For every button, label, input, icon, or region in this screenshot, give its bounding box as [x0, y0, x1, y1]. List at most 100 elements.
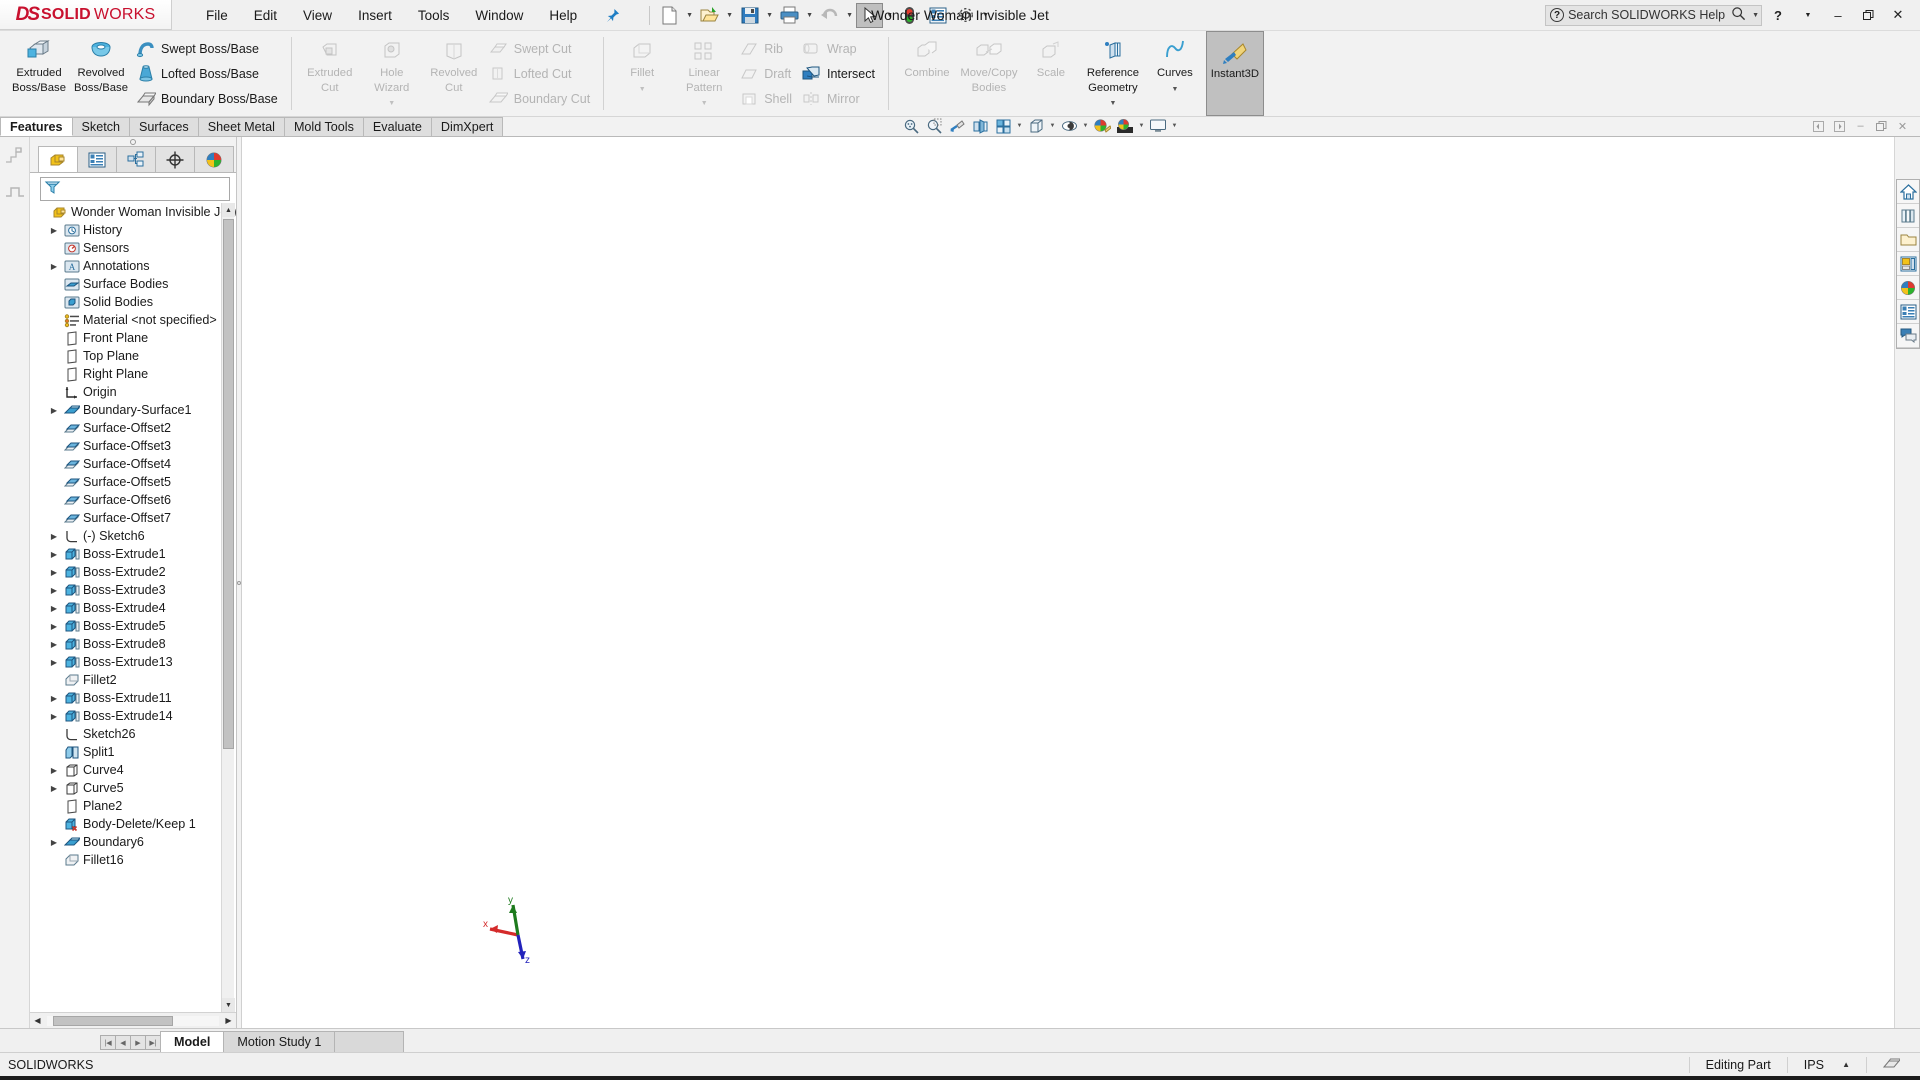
nav-next-button[interactable]: ▶	[130, 1035, 146, 1050]
feature-tree[interactable]: Wonder Woman Invisible Jet (D ▶ History Sen…	[30, 203, 236, 1012]
tree-node[interactable]: ▶ Boss-Extrude1	[36, 545, 236, 563]
view-settings-button[interactable]	[1147, 116, 1169, 135]
tree-expand-arrow[interactable]: ▶	[48, 640, 60, 649]
restore-right-button[interactable]	[1830, 117, 1849, 135]
mirror-button[interactable]: Mirror	[798, 87, 881, 111]
feature-manager-grip[interactable]	[30, 137, 236, 146]
tree-hscroll-right[interactable]: ▶	[221, 1016, 236, 1025]
tree-expand-arrow[interactable]: ▶	[48, 262, 60, 271]
tree-expand-arrow[interactable]: ▶	[48, 532, 60, 541]
tree-node[interactable]: Surface-Offset7	[36, 509, 236, 527]
open-document-button[interactable]	[696, 3, 723, 28]
menu-insert[interactable]: Insert	[346, 4, 404, 27]
feature-tree-scrollbar[interactable]: ▲ ▼	[221, 203, 235, 1012]
new-document-button[interactable]	[656, 3, 683, 28]
edit-appearance-button[interactable]	[1091, 116, 1113, 135]
swept-cut-button[interactable]: Swept Cut	[485, 37, 596, 61]
doc-restore-button[interactable]	[1872, 117, 1891, 135]
tree-hscroll-left[interactable]: ◀	[30, 1016, 45, 1025]
tree-node[interactable]: ▶ Boundary-Surface1	[36, 401, 236, 419]
tree-node[interactable]: Fillet16	[36, 851, 236, 869]
status-units[interactable]: IPS ▲	[1786, 1056, 1866, 1073]
view-orientation-button[interactable]	[992, 116, 1014, 135]
tree-node[interactable]: ▶ (-) Sketch6	[36, 527, 236, 545]
tree-expand-arrow[interactable]: ▶	[48, 604, 60, 613]
tab-sheet-metal[interactable]: Sheet Metal	[197, 117, 285, 136]
undo-button[interactable]	[816, 3, 843, 28]
instant3d-button[interactable]: Instant3D	[1205, 31, 1264, 116]
display-style-caret[interactable]: ▼	[1048, 116, 1057, 135]
menu-help[interactable]: Help	[537, 4, 589, 27]
display-manager-tab[interactable]	[194, 146, 234, 172]
tree-node[interactable]: Front Plane	[36, 329, 236, 347]
tree-node[interactable]: Split1	[36, 743, 236, 761]
linear-pattern-dropdown-caret[interactable]: ▼	[701, 98, 708, 110]
tree-expand-arrow[interactable]: ▶	[48, 766, 60, 775]
tree-node[interactable]: ▶ Boss-Extrude3	[36, 581, 236, 599]
shell-button[interactable]: Shell	[735, 87, 798, 111]
tree-node[interactable]: ▶ Boundary6	[36, 833, 236, 851]
tab-mold-tools[interactable]: Mold Tools	[283, 117, 364, 136]
task-pane-view-palette-button[interactable]	[1897, 252, 1919, 276]
undo-caret[interactable]: ▼	[844, 3, 855, 28]
move-copy-bodies-button[interactable]: Move/Copy Bodies	[958, 31, 1020, 116]
tree-node[interactable]: Plane2	[36, 797, 236, 815]
zoom-to-fit-button[interactable]	[900, 116, 922, 135]
tree-node[interactable]: Surface-Offset5	[36, 473, 236, 491]
tree-expand-arrow[interactable]: ▶	[48, 694, 60, 703]
pushpin-icon[interactable]	[605, 8, 620, 23]
extruded-boss-base-button[interactable]: Extruded Boss/Base	[8, 31, 70, 116]
previous-view-button[interactable]	[946, 116, 968, 135]
extruded-cut-button[interactable]: Extruded Cut	[299, 31, 361, 116]
select-button[interactable]	[856, 2, 884, 28]
menu-file[interactable]: File	[194, 4, 240, 27]
tree-scroll-down-arrow[interactable]: ▼	[222, 998, 235, 1012]
tree-node[interactable]: Surface Bodies	[36, 275, 236, 293]
tree-node[interactable]: ▶ Boss-Extrude11	[36, 689, 236, 707]
swept-boss-base-button[interactable]: Swept Boss/Base	[132, 37, 284, 61]
curves-dropdown-caret[interactable]: ▼	[1171, 84, 1178, 96]
tree-expand-arrow[interactable]: ▶	[48, 406, 60, 415]
task-pane-file-explorer-button[interactable]	[1897, 228, 1919, 252]
help-search-caret[interactable]: ▼	[1752, 12, 1759, 19]
open-document-caret[interactable]: ▼	[724, 3, 735, 28]
tree-expand-arrow[interactable]: ▶	[48, 838, 60, 847]
rebuild-button[interactable]	[896, 3, 923, 28]
tab-motion-study-1[interactable]: Motion Study 1	[223, 1031, 336, 1052]
options-display-button[interactable]	[924, 3, 951, 28]
close-button[interactable]: ✕	[1884, 2, 1912, 28]
menu-window[interactable]: Window	[463, 4, 535, 27]
minimize-button[interactable]: –	[1824, 2, 1852, 28]
menu-view[interactable]: View	[291, 4, 344, 27]
print-button[interactable]	[776, 3, 803, 28]
section-view-button[interactable]	[969, 116, 991, 135]
tree-expand-arrow[interactable]: ▶	[48, 568, 60, 577]
wrap-button[interactable]: Wrap	[798, 37, 881, 61]
view-orientation-caret[interactable]: ▼	[1015, 116, 1024, 135]
tree-node[interactable]: Origin	[36, 383, 236, 401]
tree-expand-arrow[interactable]: ▶	[48, 712, 60, 721]
revolved-boss-base-button[interactable]: Revolved Boss/Base	[70, 31, 132, 116]
tree-node[interactable]: Right Plane	[36, 365, 236, 383]
status-units-caret[interactable]: ▲	[1842, 1060, 1850, 1069]
revolved-cut-button[interactable]: Revolved Cut	[423, 31, 485, 116]
tree-expand-arrow[interactable]: ▶	[48, 550, 60, 559]
tree-node[interactable]: Surface-Offset3	[36, 437, 236, 455]
new-document-caret[interactable]: ▼	[684, 3, 695, 28]
feature-tree-hscroll[interactable]: ◀ ▶	[30, 1012, 236, 1028]
maximize-button[interactable]	[1854, 2, 1882, 28]
hole-wizard-dropdown-caret[interactable]: ▼	[388, 98, 395, 110]
tree-node[interactable]: ▶ Boss-Extrude5	[36, 617, 236, 635]
solidworks-logo[interactable]: DS SOLID WORKS	[0, 0, 172, 30]
help-button[interactable]: ?	[1764, 2, 1792, 28]
tab-features[interactable]: Features	[0, 117, 73, 136]
boundary-cut-button[interactable]: Boundary Cut	[485, 87, 596, 111]
tree-node[interactable]: ▶ Curve4	[36, 761, 236, 779]
freeze-bar-icon[interactable]	[3, 181, 27, 203]
draft-button[interactable]: Draft	[735, 62, 798, 86]
tree-node[interactable]: ▶ Boss-Extrude2	[36, 563, 236, 581]
tree-node[interactable]: Sketch26	[36, 725, 236, 743]
hide-show-items-button[interactable]	[1058, 116, 1080, 135]
help-search-box[interactable]: ? Search SOLIDWORKS Help ▼	[1545, 4, 1762, 26]
property-manager-tab[interactable]	[77, 146, 117, 172]
